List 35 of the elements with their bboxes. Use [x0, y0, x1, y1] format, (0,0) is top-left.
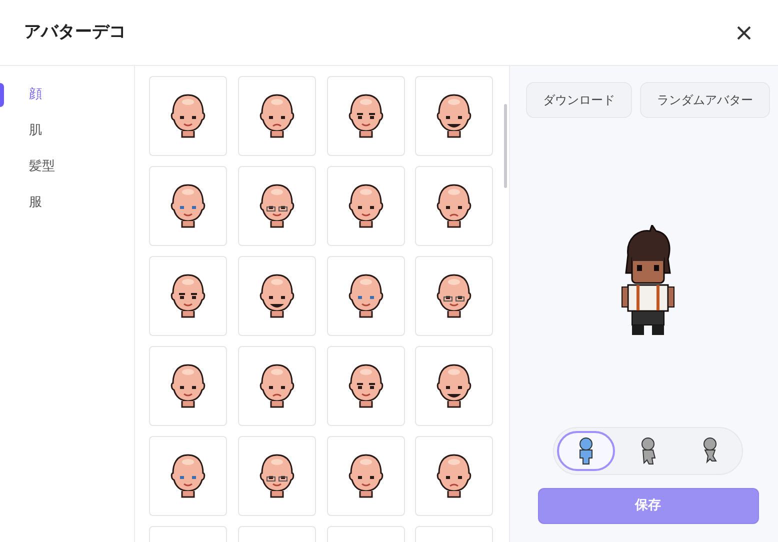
face-option[interactable]: [238, 76, 316, 156]
scrollbar-thumb[interactable]: [504, 104, 507, 188]
face-option[interactable]: [415, 256, 494, 336]
bald-face-icon: [168, 93, 208, 139]
category-tab[interactable]: 髪型: [29, 157, 55, 177]
face-option[interactable]: [415, 436, 494, 516]
face-option[interactable]: [238, 166, 316, 246]
face-option[interactable]: [149, 76, 227, 156]
face-option[interactable]: [149, 346, 227, 426]
face-option[interactable]: [326, 76, 404, 156]
face-option[interactable]: [238, 436, 316, 516]
face-option[interactable]: [238, 256, 316, 336]
bald-face-icon: [168, 183, 208, 229]
face-option[interactable]: [149, 166, 227, 246]
face-option[interactable]: [149, 256, 227, 336]
face-option[interactable]: [415, 346, 494, 426]
window-title: アバターデコ: [24, 20, 126, 44]
face-option[interactable]: [238, 346, 316, 426]
face-option[interactable]: [326, 256, 404, 336]
face-option[interactable]: [326, 166, 404, 246]
bald-face-icon: [168, 273, 208, 319]
face-option[interactable]: [415, 166, 494, 246]
bald-face-icon: [168, 453, 208, 499]
active-indicator: [0, 83, 4, 107]
face-option[interactable]: [149, 436, 227, 516]
bald-face-icon: [168, 363, 208, 409]
face-option[interactable]: [326, 346, 404, 426]
face-option[interactable]: [415, 76, 494, 156]
action-button[interactable]: ランダムアバター: [640, 82, 770, 118]
category-tab[interactable]: 服: [29, 193, 42, 213]
category-tab[interactable]: 顔: [29, 85, 42, 105]
pose-option[interactable]: [557, 431, 615, 471]
category-tab[interactable]: 肌: [29, 121, 42, 141]
action-button[interactable]: ダウンロード: [526, 82, 632, 118]
face-option[interactable]: [326, 436, 404, 516]
